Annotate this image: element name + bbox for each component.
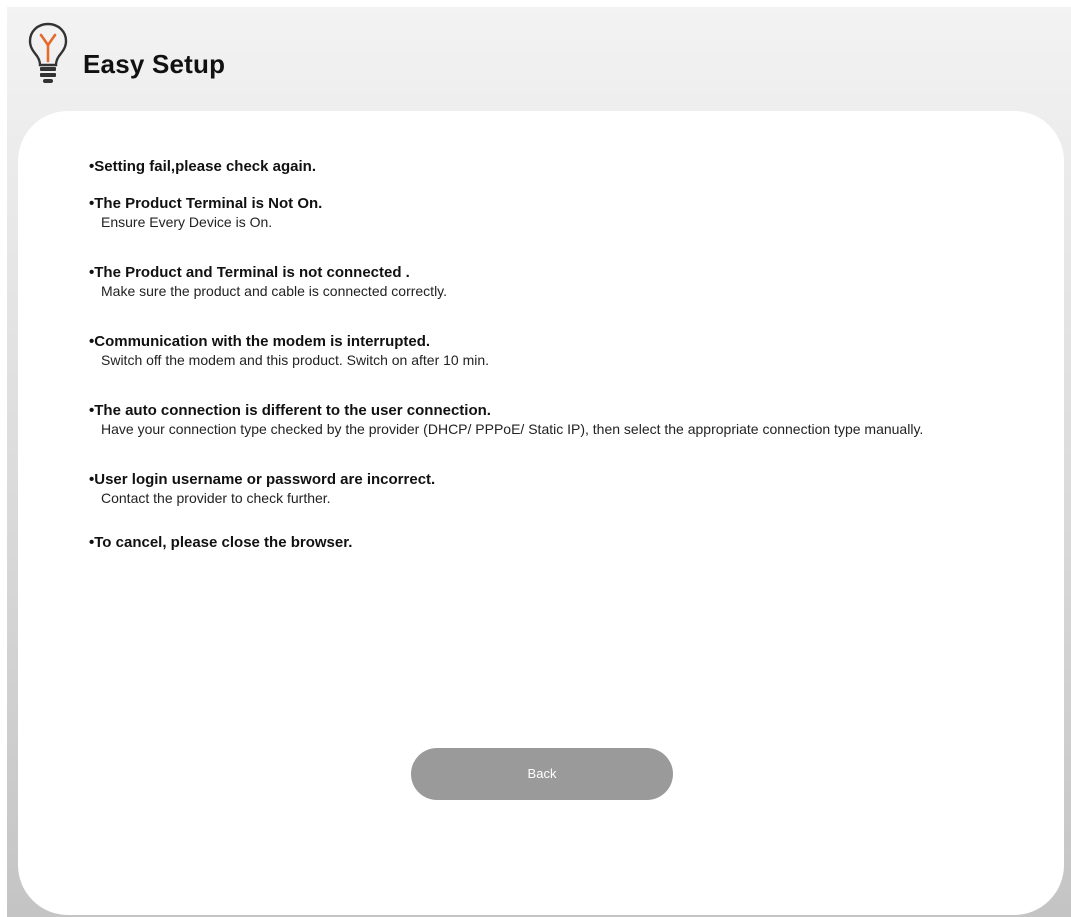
message-title: •The auto connection is different to the… (89, 402, 491, 419)
message-title: •The Product Terminal is Not On. (89, 195, 323, 212)
message-not-connected: •The Product and Terminal is not connect… (89, 263, 1019, 301)
message-terminal-not-on: •The Product Terminal is Not On. Ensure … (89, 194, 1019, 232)
lightbulb-icon (28, 22, 68, 83)
message-modem-interrupted: •Communication with the modem is interru… (89, 332, 1019, 370)
header: Easy Setup (7, 7, 1071, 107)
message-title: •User login username or password are inc… (89, 471, 436, 488)
message-login-incorrect: •User login username or password are inc… (89, 470, 1019, 508)
page-title: Easy Setup (83, 49, 226, 79)
message-description: Have your connection type checked by the… (101, 421, 924, 437)
message-title: •Setting fail,please check again. (89, 158, 316, 175)
message-description: Make sure the product and cable is conne… (101, 283, 448, 299)
message-description: Ensure Every Device is On. (101, 214, 273, 230)
message-list: •Setting fail,please check again. •The P… (89, 157, 1019, 573)
message-auto-connection: •The auto connection is different to the… (89, 401, 1019, 439)
message-cancel: •To cancel, please close the browser. (89, 533, 1019, 552)
message-title: •To cancel, please close the browser. (89, 534, 353, 551)
message-title: •The Product and Terminal is not connect… (89, 264, 410, 281)
back-button[interactable]: Back (411, 748, 673, 800)
message-description: Contact the provider to check further. (101, 490, 331, 506)
message-description: Switch off the modem and this product. S… (101, 352, 490, 368)
content-card: •Setting fail,please check again. •The P… (18, 111, 1064, 915)
message-title: •Communication with the modem is interru… (89, 333, 431, 350)
page-frame: Easy Setup •Setting fail,please check ag… (7, 7, 1071, 917)
message-setting-fail: •Setting fail,please check again. (89, 157, 1019, 176)
